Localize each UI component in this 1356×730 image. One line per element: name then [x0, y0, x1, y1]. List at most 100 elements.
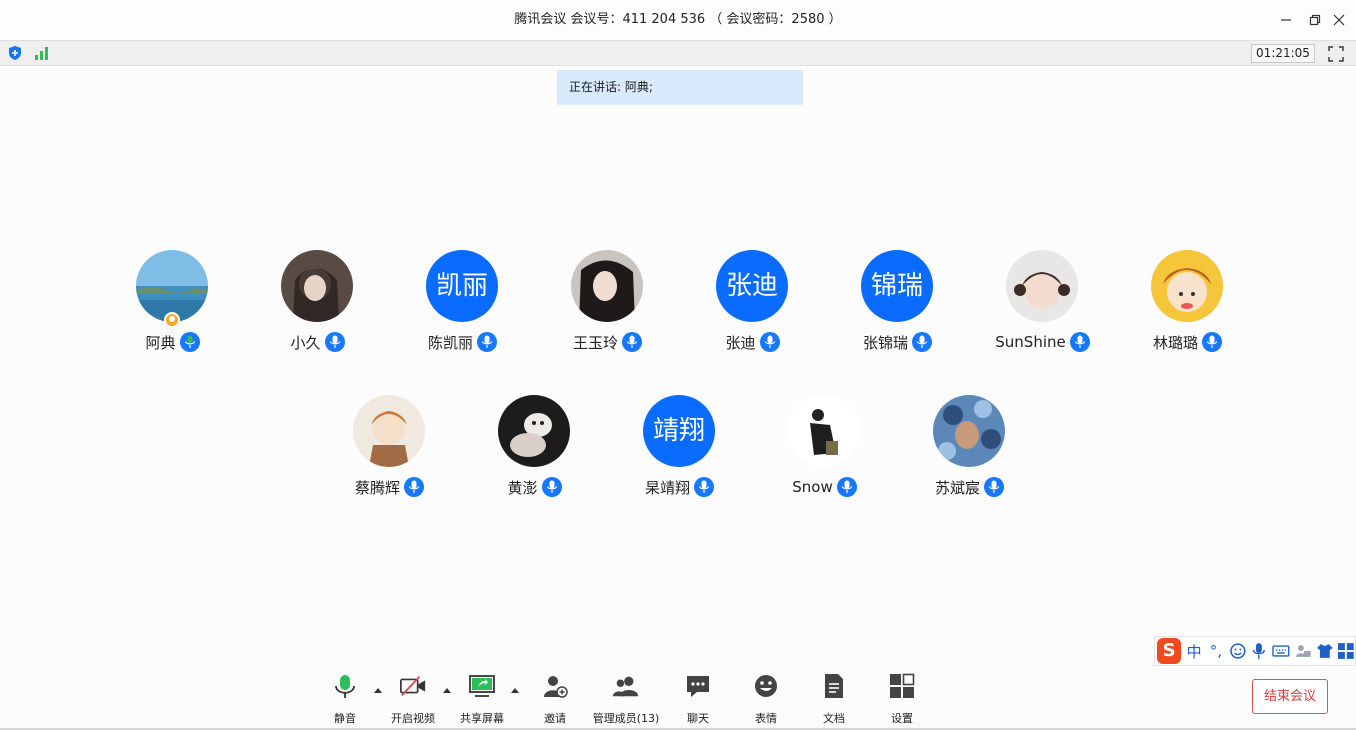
close-icon — [1333, 14, 1345, 26]
start-video-button[interactable]: 开启视频 — [388, 672, 438, 726]
share-screen-icon — [469, 675, 495, 697]
participant-name-row: 王玉玲 — [535, 331, 680, 353]
participant-tile[interactable]: 林璐璐 — [1115, 250, 1260, 360]
video-options-caret-icon[interactable] — [442, 686, 452, 696]
avatar — [571, 250, 643, 322]
microphone-icon — [335, 675, 355, 698]
toolbox-grid-icon[interactable] — [1337, 642, 1355, 660]
avatar-photo-puppy — [498, 395, 570, 467]
title-bar: 腾讯会议 会议号：411 204 536 （ 会议密码：2580 ） — [0, 0, 1356, 40]
fullscreen-icon[interactable] — [1327, 45, 1345, 63]
sogou-logo-icon[interactable]: S — [1157, 638, 1182, 664]
mic-icon — [541, 477, 562, 497]
ime-punctuation-toggle[interactable]: °, — [1207, 642, 1225, 660]
participant-tile[interactable]: 凯丽 陈凯丽 — [390, 250, 535, 360]
mic-icon — [836, 477, 857, 497]
emoji-face-icon[interactable] — [1229, 642, 1247, 660]
participant-tile[interactable]: 蔡腾辉 — [317, 395, 462, 505]
participant-name-row: Snow — [752, 476, 897, 498]
video-off-icon — [400, 676, 426, 696]
avatar — [281, 250, 353, 322]
security-shield-icon[interactable] — [7, 45, 23, 61]
participant-name-row: 张迪 — [680, 331, 825, 353]
reactions-button[interactable]: 表情 — [750, 672, 782, 726]
participant-name: 张迪 — [725, 333, 756, 352]
meeting-toolbar: 静音 开启视频 共享屏幕 邀请 管理成员(13) 聊天 表情 文档 设置 — [0, 668, 1356, 728]
settings-button[interactable]: 设置 — [886, 672, 918, 726]
avatar — [933, 395, 1005, 467]
invite-label: 邀请 — [544, 712, 566, 725]
mic-icon — [1202, 332, 1222, 352]
restore-button[interactable] — [1305, 10, 1325, 30]
participant-name: 林璐璐 — [1152, 333, 1198, 352]
participant-name: 陈凯丽 — [427, 333, 473, 352]
participant-tile[interactable]: 锦瑞 张锦瑞 — [825, 250, 970, 360]
members-icon — [612, 676, 639, 697]
participant-tile[interactable]: 黄澎 — [462, 395, 607, 505]
host-badge-icon — [164, 312, 180, 328]
avatar: 锦瑞 — [861, 250, 933, 322]
avatar — [353, 395, 425, 467]
participant-name: 阿典 — [145, 333, 176, 352]
settings-grid-icon — [890, 673, 915, 698]
document-icon — [825, 674, 843, 698]
participant-tile[interactable]: 阿典 — [100, 250, 245, 360]
add-user-icon — [544, 676, 568, 698]
participant-tile[interactable]: 苏斌宸 — [897, 395, 1042, 505]
share-options-caret-icon[interactable] — [510, 686, 520, 696]
mute-label: 静音 — [334, 712, 356, 725]
emoji-icon — [755, 675, 777, 697]
status-bar: 01:21:05 — [0, 40, 1356, 66]
mic-icon — [324, 332, 345, 352]
participant-name: 杲靖翔 — [644, 478, 690, 497]
invite-button[interactable]: 邀请 — [538, 672, 572, 726]
avatar — [1151, 250, 1223, 322]
participant-tile[interactable]: 王玉玲 — [535, 250, 680, 360]
avatar — [1006, 250, 1078, 322]
mic-icon — [759, 332, 780, 352]
ime-language-toggle[interactable]: 中 — [1185, 641, 1203, 662]
participant-name: 苏斌宸 — [934, 478, 980, 497]
mic-icon — [622, 332, 642, 352]
signal-strength-icon[interactable] — [34, 45, 50, 61]
start-video-label: 开启视频 — [391, 712, 435, 725]
end-meeting-button[interactable]: 结束会议 — [1252, 679, 1328, 714]
chat-button[interactable]: 聊天 — [682, 672, 714, 726]
avatar — [788, 395, 860, 467]
participant-name: 张锦瑞 — [862, 333, 908, 352]
participant-name: SunShine — [995, 333, 1066, 351]
manage-members-button[interactable]: 管理成员(13) — [590, 672, 662, 726]
participant-name-row: 小久 — [245, 331, 390, 353]
mic-icon — [477, 332, 497, 352]
minimize-button[interactable] — [1276, 10, 1296, 30]
participant-tile[interactable]: 张迪 张迪 — [680, 250, 825, 360]
restore-icon — [1309, 14, 1321, 26]
participant-tile[interactable]: 小久 — [245, 250, 390, 360]
mic-icon — [984, 477, 1004, 497]
documents-button[interactable]: 文档 — [818, 672, 850, 726]
close-button[interactable] — [1329, 10, 1349, 30]
participant-tile[interactable]: SunShine — [970, 250, 1115, 360]
mute-button[interactable]: 静音 — [326, 672, 364, 726]
speaking-indicator: 正在讲话: 阿典; — [557, 70, 803, 105]
meeting-timer: 01:21:05 — [1251, 44, 1315, 63]
audio-options-caret-icon[interactable] — [373, 686, 383, 696]
ime-toolbar[interactable]: S 中 °, — [1154, 636, 1356, 666]
participant-tile[interactable]: Snow — [752, 395, 897, 505]
meeting-window: 腾讯会议 会议号：411 204 536 （ 会议密码：2580 ） 01:21… — [0, 0, 1356, 730]
share-screen-label: 共享屏幕 — [460, 712, 504, 725]
voice-input-icon[interactable] — [1250, 642, 1268, 660]
skin-shirt-icon[interactable] — [1316, 642, 1334, 660]
participant-name-row: 杲靖翔 — [607, 476, 752, 498]
avatar — [498, 395, 570, 467]
avatar-cartoon-girl — [1151, 250, 1223, 322]
keyboard-icon[interactable] — [1272, 642, 1290, 660]
manage-members-label: 管理成员(13) — [592, 712, 660, 725]
user-center-icon[interactable] — [1294, 642, 1312, 660]
share-screen-button[interactable]: 共享屏幕 — [457, 672, 507, 726]
participant-name: 小久 — [290, 333, 321, 352]
participant-tile[interactable]: 靖翔 杲靖翔 — [607, 395, 752, 505]
participant-name-row: 蔡腾辉 — [317, 476, 462, 498]
avatar-anime-character — [353, 395, 425, 467]
participant-name-row: 苏斌宸 — [897, 476, 1042, 498]
